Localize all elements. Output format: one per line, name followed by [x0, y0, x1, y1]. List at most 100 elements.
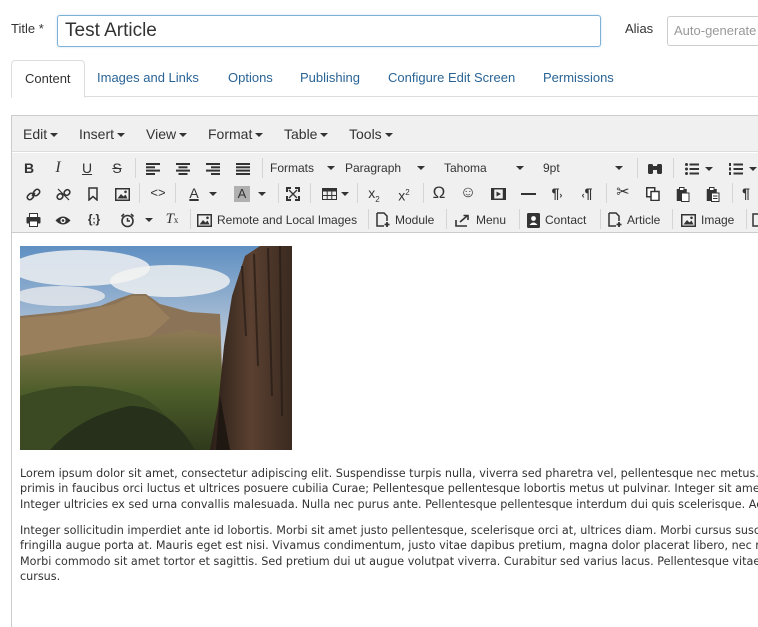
anchor-icon[interactable] [84, 182, 102, 204]
rich-text-editor: Edit Insert View Format Table Tools B I … [11, 115, 758, 627]
copy-icon[interactable] [644, 182, 662, 204]
text-line: Lorem ipsum dolor sit amet, consectetur … [20, 467, 758, 480]
alias-label: Alias [625, 21, 654, 36]
formats-dropdown[interactable]: Formats [270, 157, 335, 179]
align-justify-icon[interactable] [234, 157, 252, 179]
tab-bar: Content Images and Links Options Publish… [11, 60, 758, 98]
contact-button[interactable]: Contact [527, 208, 586, 230]
menu-tools[interactable]: Tools [349, 126, 393, 142]
underline-icon[interactable]: U [79, 157, 95, 179]
bold-icon[interactable]: B [21, 157, 37, 179]
toolbar-divider [423, 183, 424, 203]
toolbar-divider [175, 183, 176, 203]
fullscreen-icon[interactable] [284, 182, 302, 204]
paste-text-icon[interactable] [704, 182, 722, 204]
menu-insert-label: Insert [79, 126, 115, 142]
numbered-list-icon[interactable] [728, 157, 758, 179]
paragraph-label: Paragraph [345, 161, 402, 175]
chevron-down-icon [209, 192, 217, 197]
text-color-icon[interactable]: A [182, 182, 222, 204]
toolbar-divider [446, 209, 447, 229]
insert-image-icon[interactable] [113, 182, 131, 204]
unlink-icon[interactable] [54, 182, 72, 204]
chevron-down-icon [179, 133, 188, 138]
toolbar-divider [746, 209, 747, 229]
template-icon[interactable]: {;} [82, 208, 106, 230]
strikethrough-icon[interactable]: S [109, 157, 125, 179]
chevron-down-icon [327, 166, 335, 170]
menu-view[interactable]: View [146, 126, 188, 142]
rtl-icon[interactable]: ‹¶ [577, 182, 597, 204]
toolbar-row-1: B I U S Formats Paragraph Tahoma 9pt [12, 155, 758, 181]
article-button[interactable]: Article [608, 208, 660, 230]
chevron-down-icon [705, 167, 713, 172]
article-image[interactable] [20, 246, 292, 450]
horizontal-rule-icon[interactable] [518, 182, 538, 204]
menu-edit[interactable]: Edit [23, 126, 59, 142]
subscript-icon[interactable]: x2 [364, 182, 384, 204]
tab-permissions[interactable]: Permissions [530, 60, 627, 97]
tab-publishing[interactable]: Publishing [287, 60, 373, 97]
paste-icon[interactable] [674, 182, 692, 204]
remote-images-button[interactable]: Remote and Local Images [197, 208, 357, 230]
menu-label: Menu [476, 213, 507, 227]
toolbar-divider [139, 183, 140, 203]
tab-configure-edit-screen[interactable]: Configure Edit Screen [375, 60, 528, 97]
italic-icon[interactable]: I [50, 157, 66, 179]
superscript-icon[interactable]: x2 [394, 182, 414, 204]
paragraph: Lorem ipsum dolor sit amet, consectetur … [20, 466, 758, 512]
cut-icon[interactable]: ✂ [614, 182, 632, 204]
image-label: Image [701, 213, 735, 227]
tab-options[interactable]: Options [215, 60, 286, 97]
menu-table[interactable]: Table [284, 126, 329, 142]
special-character-icon[interactable]: Ω [429, 182, 449, 204]
clear-formatting-icon[interactable]: Tx [162, 208, 182, 230]
image-button[interactable]: Image [681, 208, 734, 230]
menu-button[interactable]: Menu [455, 208, 506, 230]
insert-datetime-icon[interactable] [114, 208, 158, 230]
toolbar-divider [600, 209, 601, 229]
align-left-icon[interactable] [144, 157, 162, 179]
link-icon[interactable] [24, 182, 42, 204]
font-size-dropdown[interactable]: 9pt [543, 157, 623, 179]
media-icon[interactable] [488, 182, 508, 204]
text-line: Integer sollicitudin imperdiet ante id l… [20, 524, 758, 537]
print-icon[interactable] [24, 208, 42, 230]
alias-input[interactable]: Auto-generate [667, 16, 758, 46]
menu-edit-label: Edit [23, 126, 48, 142]
toolbar-divider [190, 209, 191, 229]
remote-images-label: Remote and Local Images [217, 213, 358, 227]
toolbar-divider [519, 209, 520, 229]
title-row: Title * Test Article Alias Auto-generate [0, 0, 758, 62]
tab-content[interactable]: Content [11, 60, 85, 98]
menu-table-label: Table [284, 126, 318, 142]
page-break-icon[interactable] [752, 208, 758, 230]
module-button[interactable]: Module [376, 208, 434, 230]
show-blocks-icon[interactable]: ¶ [738, 182, 754, 204]
bullet-list-icon[interactable] [682, 157, 716, 179]
contact-label: Contact [545, 213, 587, 227]
menu-insert[interactable]: Insert [79, 126, 126, 142]
chevron-down-icon [255, 133, 264, 138]
title-input[interactable]: Test Article [57, 15, 601, 47]
source-code-icon[interactable]: <> [148, 182, 168, 204]
chevron-down-icon [749, 167, 757, 172]
menu-format[interactable]: Format [208, 126, 264, 142]
toolbar-divider [672, 209, 673, 229]
font-family-dropdown[interactable]: Tahoma [444, 157, 524, 179]
find-replace-icon[interactable] [646, 157, 664, 179]
chevron-down-icon [258, 192, 266, 197]
table-icon[interactable] [318, 182, 352, 204]
toolbar-divider [310, 183, 311, 203]
align-right-icon[interactable] [204, 157, 222, 179]
preview-icon[interactable] [53, 208, 73, 230]
align-center-icon[interactable] [174, 157, 192, 179]
emoticons-icon[interactable]: ☺ [458, 182, 478, 204]
toolbar-divider [262, 158, 263, 178]
background-color-icon[interactable]: A [230, 182, 270, 204]
ltr-icon[interactable]: ¶› [547, 182, 567, 204]
tab-images-and-links[interactable]: Images and Links [84, 60, 212, 97]
article-label: Article [627, 213, 661, 227]
paragraph-dropdown[interactable]: Paragraph [345, 157, 425, 179]
chevron-down-icon [340, 192, 349, 197]
